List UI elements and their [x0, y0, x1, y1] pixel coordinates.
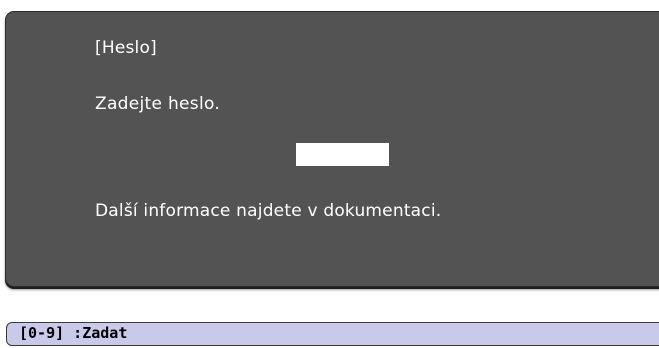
password-input[interactable] [296, 143, 389, 166]
projector-screen: [Heslo] Zadejte heslo. Další informace n… [0, 0, 659, 348]
password-dialog: [Heslo] Zadejte heslo. Další informace n… [5, 11, 659, 287]
documentation-info: Další informace najdete v dokumentaci. [95, 201, 442, 221]
key-hint-text: [0-9] :Zadat [19, 324, 128, 342]
key-hint-bar: [0-9] :Zadat [6, 322, 659, 346]
password-prompt: Zadejte heslo. [95, 94, 221, 114]
dialog-title: [Heslo] [95, 38, 157, 58]
